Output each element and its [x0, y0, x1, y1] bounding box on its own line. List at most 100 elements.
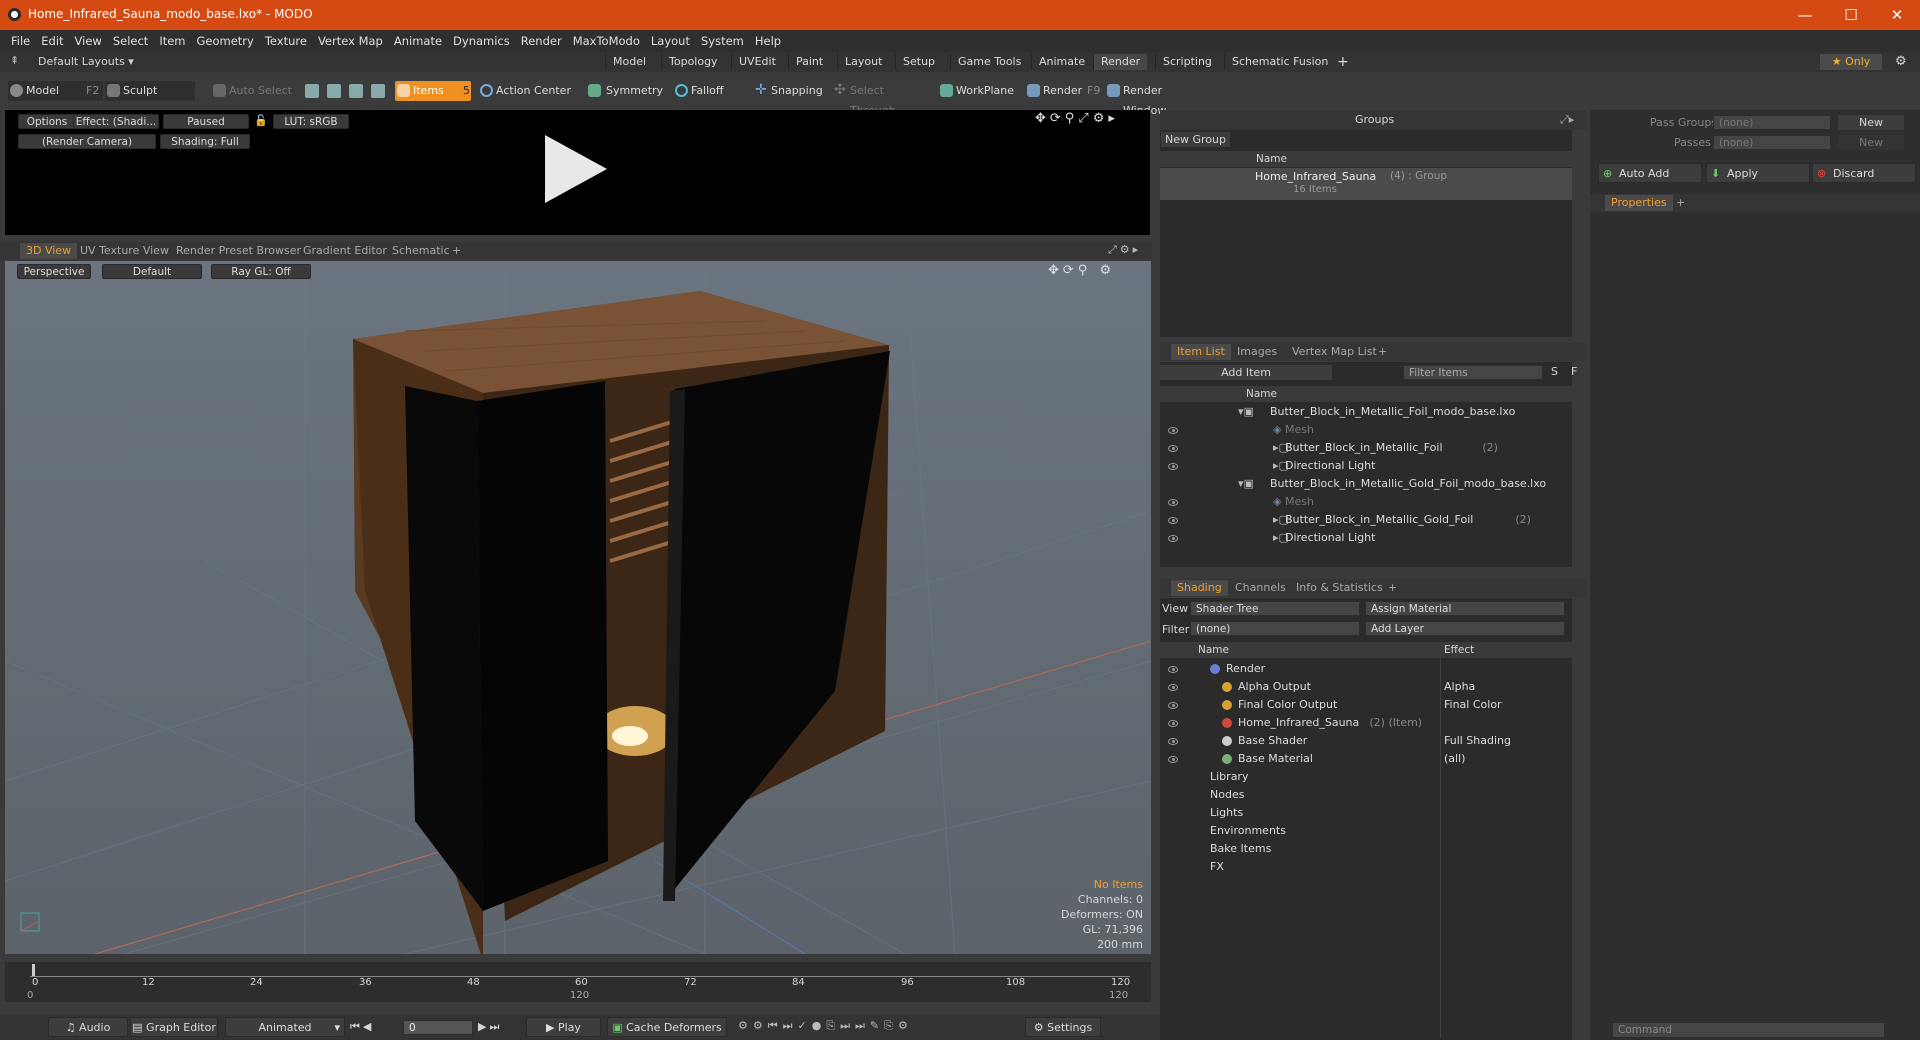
visibility-eye-icon[interactable]: [1168, 445, 1178, 452]
auto-add-button[interactable]: ⊕ Auto Add: [1598, 163, 1702, 183]
select-through-button[interactable]: ✣Select Through: [832, 81, 928, 117]
key-tools-icons[interactable]: ⚙⚙⏮⏭✓●⎘⏭⏭✎⎘⚙: [738, 1019, 913, 1033]
scene-icon[interactable]: ▾▣: [1238, 403, 1254, 421]
tab-paint[interactable]: Paint: [788, 54, 830, 70]
play-icon[interactable]: [545, 135, 607, 203]
shader-row[interactable]: Base Material (all): [1160, 750, 1572, 768]
item-icon[interactable]: ▸▢: [1273, 529, 1289, 547]
only-toggle[interactable]: ★ Only: [1820, 54, 1882, 70]
menu-select[interactable]: Select: [113, 34, 148, 48]
polygon-mode-icon[interactable]: [349, 84, 363, 98]
item-icon[interactable]: ▸▢: [1273, 439, 1289, 457]
render-button[interactable]: Render F9: [1025, 81, 1103, 101]
action-center-button[interactable]: Action Center: [478, 81, 578, 101]
add-viewport-tab-icon[interactable]: +: [446, 243, 467, 259]
tab-channels[interactable]: Channels: [1229, 580, 1292, 596]
tab-shading[interactable]: Shading: [1171, 580, 1228, 596]
visibility-eye-icon[interactable]: [1168, 499, 1178, 506]
falloff-button[interactable]: Falloff: [673, 81, 743, 101]
item-row[interactable]: Butter_Block_in_Metallic_Foil ▸▢ (2): [1160, 439, 1572, 457]
filter-dropdown[interactable]: (none): [1190, 621, 1360, 636]
s-button[interactable]: S: [1551, 365, 1558, 378]
tab-layout[interactable]: Layout: [837, 54, 889, 70]
shader-effect[interactable]: Final Color: [1444, 696, 1502, 714]
menu-system[interactable]: System: [701, 34, 744, 48]
shader-row[interactable]: Nodes: [1160, 786, 1572, 804]
menu-maxtomodo[interactable]: MaxToModo: [573, 34, 640, 48]
symmetry-button[interactable]: Symmetry: [586, 81, 666, 101]
shader-row[interactable]: FX: [1160, 858, 1572, 876]
shader-row[interactable]: Alpha Output Alpha: [1160, 678, 1572, 696]
menu-dynamics[interactable]: Dynamics: [453, 34, 510, 48]
audio-button[interactable]: ♫ Audio: [48, 1017, 128, 1037]
visibility-eye-icon[interactable]: [1168, 427, 1178, 434]
shader-effect[interactable]: (all): [1444, 750, 1465, 768]
tab-setup[interactable]: Setup: [895, 54, 942, 70]
render-window-button[interactable]: Render Window: [1105, 81, 1205, 117]
shader-row[interactable]: Bake Items: [1160, 840, 1572, 858]
settings-button[interactable]: ⚙ Settings: [1025, 1017, 1101, 1037]
edge-mode-icon[interactable]: [327, 84, 341, 98]
add-layer-dropdown[interactable]: Add Layer: [1365, 621, 1565, 636]
shader-row[interactable]: Lights: [1160, 804, 1572, 822]
f-button[interactable]: F: [1571, 365, 1577, 378]
sculpt-button[interactable]: Sculpt: [105, 81, 195, 101]
tab-scripting[interactable]: Scripting: [1155, 54, 1219, 70]
new-pass-button[interactable]: New: [1838, 135, 1904, 150]
menu-item[interactable]: Item: [159, 34, 185, 48]
visibility-eye-icon[interactable]: [1168, 684, 1178, 691]
tab-images[interactable]: Images: [1231, 344, 1283, 360]
menu-help[interactable]: Help: [755, 34, 781, 48]
command-input[interactable]: Command: [1612, 1022, 1885, 1038]
pass-groups-dropdown[interactable]: (none): [1713, 115, 1831, 130]
paused-button[interactable]: Paused: [163, 114, 249, 129]
new-group-button[interactable]: New Group: [1161, 132, 1230, 147]
menu-render[interactable]: Render: [521, 34, 562, 48]
tab-properties[interactable]: Properties: [1605, 195, 1673, 211]
item-row[interactable]: Butter_Block_in_Metallic_Foil_modo_base.…: [1160, 403, 1572, 421]
view-controls-icon[interactable]: ✥⟳⚲⤢⚙▸: [1035, 111, 1119, 126]
visibility-eye-icon[interactable]: [1168, 517, 1178, 524]
item-row[interactable]: Butter_Block_in_Metallic_Gold_Foil ▸▢ (2): [1160, 511, 1572, 529]
maximize-button[interactable]: ☐: [1828, 0, 1874, 30]
visibility-eye-icon[interactable]: [1168, 756, 1178, 763]
item-row[interactable]: Directional Light ▸▢: [1160, 529, 1572, 547]
assign-material-button[interactable]: Assign Material: [1365, 601, 1565, 616]
material-mode-icon[interactable]: [371, 84, 385, 98]
settings-gear-icon[interactable]: ⚙: [1895, 54, 1907, 69]
play-button[interactable]: ▶ Play: [526, 1017, 601, 1037]
passes-dropdown[interactable]: (none): [1713, 135, 1831, 150]
menu-layout[interactable]: Layout: [651, 34, 690, 48]
menu-file[interactable]: File: [11, 34, 30, 48]
viewport-3d[interactable]: Perspective Default Ray GL: Off ✥⟳⚲ ⚙ No…: [5, 261, 1151, 954]
shader-row[interactable]: Environments: [1160, 822, 1572, 840]
timeline[interactable]: 0 12 24 36 48 60 72 84 96 108 120 0 120 …: [5, 962, 1151, 1002]
next-key-icons[interactable]: ▶⏭: [478, 1020, 502, 1034]
shader-row[interactable]: Render: [1160, 660, 1572, 678]
expand-icon[interactable]: ⤢▸: [1560, 113, 1574, 127]
menu-texture[interactable]: Texture: [265, 34, 307, 48]
layouts-dropdown[interactable]: Default Layouts ▾: [38, 55, 134, 68]
item-row[interactable]: Directional Light ▸▢: [1160, 457, 1572, 475]
item-row[interactable]: Mesh ◈: [1160, 421, 1572, 439]
group-row[interactable]: Home_Infrared_Sauna (4) : Group 16 Items: [1160, 168, 1572, 200]
items-mode-button[interactable]: Items 5: [395, 81, 471, 101]
discard-button[interactable]: ⊗ Discard: [1812, 163, 1916, 183]
visibility-eye-icon[interactable]: [1168, 738, 1178, 745]
tab-schematic-fusion[interactable]: Schematic Fusion: [1224, 54, 1335, 70]
tab-gradient-editor[interactable]: Gradient Editor: [297, 243, 393, 259]
shader-row[interactable]: Home_Infrared_Sauna (2) (Item): [1160, 714, 1572, 732]
tab-render[interactable]: Render: [1093, 54, 1148, 70]
playhead[interactable]: [32, 964, 35, 976]
tab-uvedit[interactable]: UVEdit: [731, 54, 783, 70]
minimize-button[interactable]: —: [1782, 0, 1828, 30]
shader-row[interactable]: Base Shader Full Shading: [1160, 732, 1572, 750]
visibility-eye-icon[interactable]: [1168, 702, 1178, 709]
cache-deformers-button[interactable]: ▣ Cache Deformers: [607, 1017, 727, 1037]
viewport-nav-icon[interactable]: ✥⟳⚲ ⚙: [1048, 263, 1115, 278]
perspective-dropdown[interactable]: Perspective: [17, 264, 91, 279]
view-dropdown[interactable]: Shader Tree: [1190, 601, 1360, 616]
menu-animate[interactable]: Animate: [394, 34, 442, 48]
apply-button[interactable]: ⬇ Apply: [1706, 163, 1810, 183]
vertex-mode-icon[interactable]: [305, 84, 319, 98]
